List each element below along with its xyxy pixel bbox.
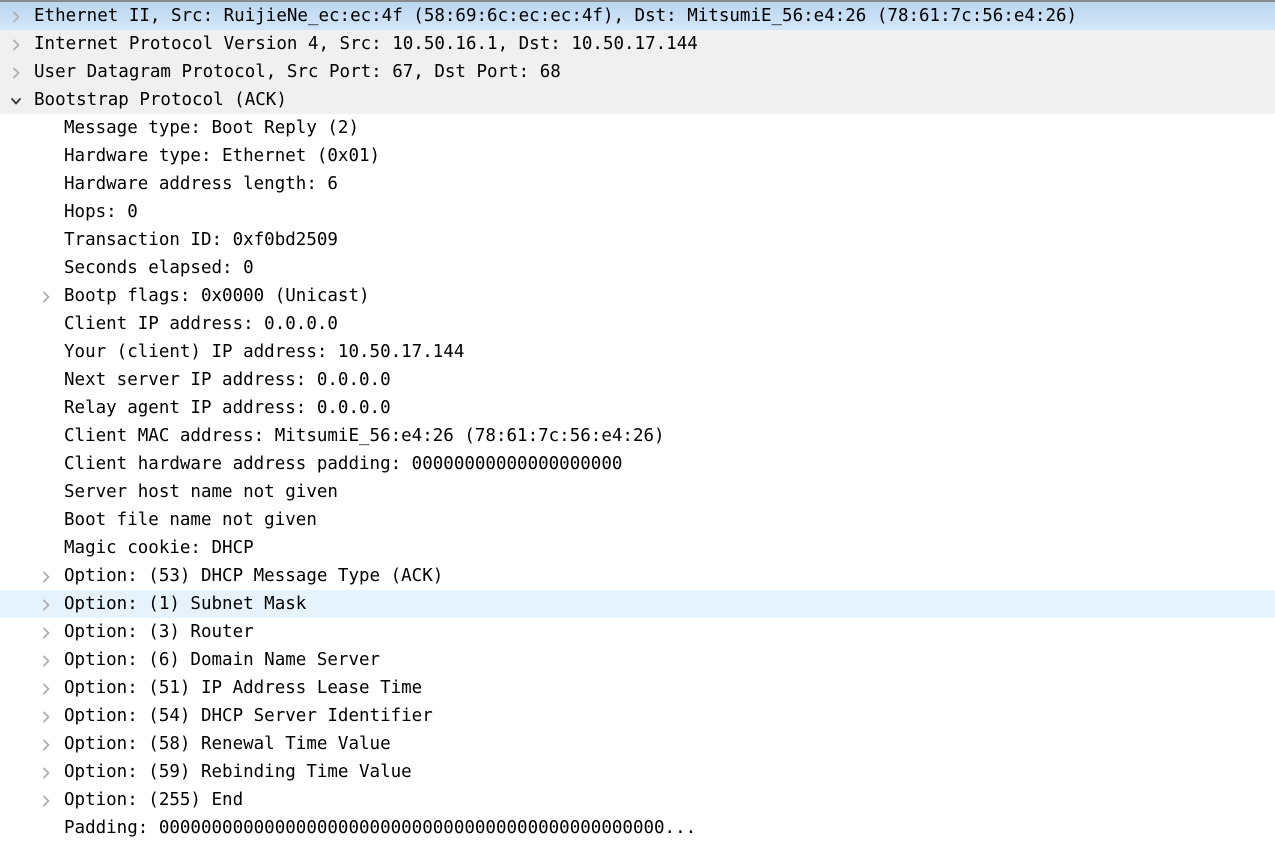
packet-detail-row[interactable]: Transaction ID: 0xf0bd2509 xyxy=(0,226,1275,254)
chevron-right-icon[interactable] xyxy=(36,282,56,310)
packet-detail-row[interactable]: Client IP address: 0.0.0.0 xyxy=(0,310,1275,338)
packet-detail-label: Option: (53) DHCP Message Type (ACK) xyxy=(64,566,444,586)
packet-detail-label: Bootp flags: 0x0000 (Unicast) xyxy=(64,286,370,306)
packet-detail-row[interactable]: Your (client) IP address: 10.50.17.144 xyxy=(0,338,1275,366)
packet-detail-row[interactable]: Client hardware address padding: 0000000… xyxy=(0,450,1275,478)
packet-detail-row[interactable]: User Datagram Protocol, Src Port: 67, Ds… xyxy=(0,58,1275,86)
packet-detail-row[interactable]: Padding: 0000000000000000000000000000000… xyxy=(0,814,1275,842)
packet-detail-label: Your (client) IP address: 10.50.17.144 xyxy=(64,342,465,362)
packet-detail-row[interactable]: Option: (54) DHCP Server Identifier xyxy=(0,702,1275,730)
packet-detail-label: Client MAC address: MitsumiE_56:e4:26 (7… xyxy=(64,426,665,446)
packet-detail-row[interactable]: Boot file name not given xyxy=(0,506,1275,534)
packet-detail-label: Hops: 0 xyxy=(64,202,138,222)
packet-detail-label: User Datagram Protocol, Src Port: 67, Ds… xyxy=(34,62,561,82)
packet-detail-row[interactable]: Internet Protocol Version 4, Src: 10.50.… xyxy=(0,30,1275,58)
packet-detail-label: Transaction ID: 0xf0bd2509 xyxy=(64,230,338,250)
packet-detail-row[interactable]: Message type: Boot Reply (2) xyxy=(0,114,1275,142)
packet-detail-label: Option: (3) Router xyxy=(64,622,254,642)
packet-detail-label: Option: (54) DHCP Server Identifier xyxy=(64,706,433,726)
chevron-right-icon[interactable] xyxy=(6,30,26,58)
packet-detail-row[interactable]: Option: (6) Domain Name Server xyxy=(0,646,1275,674)
chevron-right-icon[interactable] xyxy=(36,646,56,674)
packet-detail-label: Option: (1) Subnet Mask xyxy=(64,594,307,614)
chevron-right-icon[interactable] xyxy=(36,702,56,730)
packet-detail-row[interactable]: Option: (58) Renewal Time Value xyxy=(0,730,1275,758)
packet-detail-label: Client hardware address padding: 0000000… xyxy=(64,454,623,474)
packet-detail-row[interactable]: Option: (51) IP Address Lease Time xyxy=(0,674,1275,702)
packet-detail-row[interactable]: Option: (59) Rebinding Time Value xyxy=(0,758,1275,786)
packet-detail-label: Option: (255) End xyxy=(64,790,244,810)
packet-detail-label: Boot file name not given xyxy=(64,510,317,530)
packet-detail-row[interactable]: Bootstrap Protocol (ACK) xyxy=(0,86,1275,114)
chevron-right-icon[interactable] xyxy=(6,58,26,86)
chevron-right-icon[interactable] xyxy=(36,758,56,786)
packet-detail-label: Hardware type: Ethernet (0x01) xyxy=(64,146,381,166)
chevron-right-icon[interactable] xyxy=(36,674,56,702)
chevron-right-icon[interactable] xyxy=(36,730,56,758)
packet-detail-row[interactable]: Bootp flags: 0x0000 (Unicast) xyxy=(0,282,1275,310)
packet-detail-row[interactable]: Client MAC address: MitsumiE_56:e4:26 (7… xyxy=(0,422,1275,450)
packet-detail-label: Message type: Boot Reply (2) xyxy=(64,118,360,138)
packet-detail-row[interactable]: Option: (255) End xyxy=(0,786,1275,814)
packet-detail-row[interactable]: Relay agent IP address: 0.0.0.0 xyxy=(0,394,1275,422)
packet-detail-label: Option: (6) Domain Name Server xyxy=(64,650,381,670)
packet-detail-row[interactable]: Option: (53) DHCP Message Type (ACK) xyxy=(0,562,1275,590)
chevron-right-icon[interactable] xyxy=(36,590,56,618)
chevron-right-icon[interactable] xyxy=(36,786,56,814)
packet-detail-label: Magic cookie: DHCP xyxy=(64,538,254,558)
packet-detail-label: Padding: 0000000000000000000000000000000… xyxy=(64,818,697,838)
packet-detail-label: Ethernet II, Src: RuijieNe_ec:ec:4f (58:… xyxy=(34,6,1078,26)
packet-detail-label: Option: (58) Renewal Time Value xyxy=(64,734,391,754)
packet-detail-label: Server host name not given xyxy=(64,482,338,502)
packet-detail-label: Client IP address: 0.0.0.0 xyxy=(64,314,338,334)
packet-details-tree[interactable]: Ethernet II, Src: RuijieNe_ec:ec:4f (58:… xyxy=(0,0,1275,856)
chevron-right-icon[interactable] xyxy=(36,562,56,590)
packet-detail-row[interactable]: Hardware type: Ethernet (0x01) xyxy=(0,142,1275,170)
packet-detail-label: Bootstrap Protocol (ACK) xyxy=(34,90,287,110)
packet-detail-row[interactable]: Ethernet II, Src: RuijieNe_ec:ec:4f (58:… xyxy=(0,2,1275,30)
packet-detail-label: Seconds elapsed: 0 xyxy=(64,258,254,278)
chevron-right-icon[interactable] xyxy=(6,2,26,30)
packet-detail-row[interactable]: Hops: 0 xyxy=(0,198,1275,226)
packet-detail-label: Relay agent IP address: 0.0.0.0 xyxy=(64,398,391,418)
packet-detail-row[interactable]: Next server IP address: 0.0.0.0 xyxy=(0,366,1275,394)
chevron-right-icon[interactable] xyxy=(36,618,56,646)
packet-detail-label: Internet Protocol Version 4, Src: 10.50.… xyxy=(34,34,698,54)
packet-detail-row[interactable]: Hardware address length: 6 xyxy=(0,170,1275,198)
packet-detail-row[interactable]: Seconds elapsed: 0 xyxy=(0,254,1275,282)
packet-detail-row[interactable]: Option: (1) Subnet Mask xyxy=(0,590,1275,618)
packet-detail-label: Hardware address length: 6 xyxy=(64,174,338,194)
packet-detail-row[interactable]: Server host name not given xyxy=(0,478,1275,506)
packet-detail-label: Next server IP address: 0.0.0.0 xyxy=(64,370,391,390)
packet-detail-label: Option: (59) Rebinding Time Value xyxy=(64,762,412,782)
packet-detail-label: Option: (51) IP Address Lease Time xyxy=(64,678,423,698)
packet-detail-row[interactable]: Magic cookie: DHCP xyxy=(0,534,1275,562)
packet-detail-row[interactable]: Option: (3) Router xyxy=(0,618,1275,646)
chevron-down-icon[interactable] xyxy=(6,86,26,114)
